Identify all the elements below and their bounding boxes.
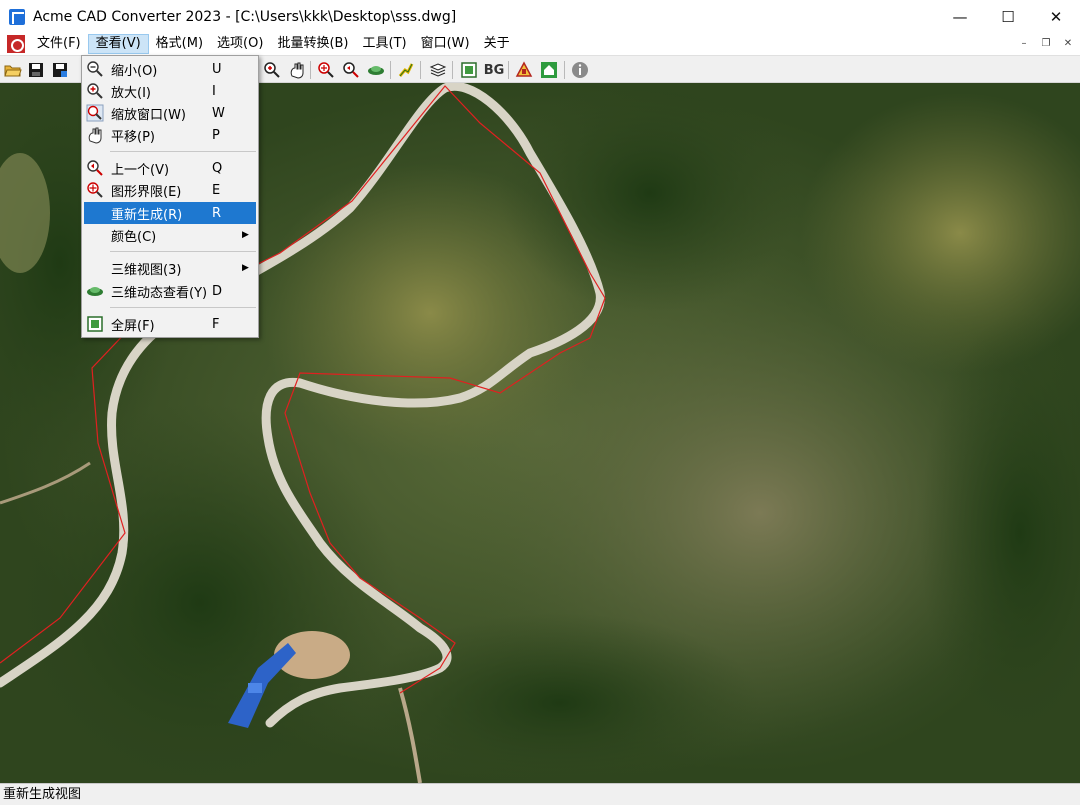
shortcut-key: I [212,83,216,99]
menu-item-label: 放大(I) [111,85,151,101]
menu-item-3d-orbit[interactable]: 三维动态查看(Y) D [84,280,256,302]
background-color-button[interactable]: BG [482,60,506,80]
menu-item-zoom-in[interactable]: 放大(I) I [84,80,256,102]
toolbar-separator [564,61,565,79]
shortcut-key: U [212,61,222,77]
shortcut-key: E [212,182,221,198]
save-as-icon[interactable] [50,60,70,80]
pan-icon [85,125,105,145]
mdi-controls: – ❐ ✕ [1016,36,1076,52]
window-controls: — ☐ ✕ [936,0,1080,33]
status-bar: 重新生成视图 [0,783,1080,805]
menu-view[interactable]: 查看(V) [87,34,149,54]
zoom-in-toolbar-icon[interactable] [262,60,282,80]
toolbar-separator [420,61,421,79]
menu-item-label: 图形界限(E) [111,184,182,200]
menu-item-fullscreen[interactable]: 全屏(F) F [84,313,256,335]
menu-item-zoom-window[interactable]: 缩放窗口(W) W [84,102,256,124]
zoom-previous-toolbar-icon[interactable] [341,60,361,80]
menu-item-regenerate[interactable]: 重新生成(R) R [84,202,256,224]
menu-item-label: 缩放窗口(W) [111,107,186,123]
3d-orbit-toolbar-icon[interactable] [366,60,386,80]
title-bar: Acme CAD Converter 2023 - [C:\Users\kkk\… [0,0,1080,33]
menu-item-label: 缩小(O) [111,63,158,79]
menu-window[interactable]: 窗口(W) [414,34,477,54]
menu-item-label: 三维视图(3) [111,262,182,278]
mdi-close-button[interactable]: ✕ [1060,36,1076,52]
menu-options[interactable]: 选项(O) [210,34,270,54]
run-icon[interactable] [396,60,416,80]
menu-separator [110,151,256,152]
pan-toolbar-icon[interactable] [287,60,307,80]
menu-item-3d-view[interactable]: 三维视图(3) ▶ [84,257,256,279]
shortcut-key: F [212,316,220,332]
shortcut-key: D [212,283,223,299]
menu-item-zoom-previous[interactable]: 上一个(V) Q [84,157,256,179]
zoom-out-icon [85,59,105,79]
menu-separator [110,251,256,252]
fullscreen-toolbar-icon[interactable] [459,60,479,80]
maximize-button[interactable]: ☐ [984,0,1032,33]
app-icon [9,8,25,25]
zoom-in-icon [85,81,105,101]
info-icon[interactable] [570,60,590,80]
view-menu-dropdown: 缩小(O) U 放大(I) I 缩放窗口(W) W 平移(P) P 上一个(V)… [81,55,259,338]
shortcut-key: W [212,105,225,121]
menu-bar: 文件(F) 查看(V) 格式(M) 选项(O) 批量转换(B) 工具(T) 窗口… [0,33,1080,55]
window-title: Acme CAD Converter 2023 - [C:\Users\kkk\… [33,8,457,25]
menu-format[interactable]: 格式(M) [149,34,210,54]
close-button[interactable]: ✕ [1032,0,1080,33]
menu-item-label: 三维动态查看(Y) [111,285,208,301]
menu-file[interactable]: 文件(F) [30,34,88,54]
menu-item-pan[interactable]: 平移(P) P [84,124,256,146]
3d-orbit-icon [85,281,105,301]
zoom-window-icon [85,103,105,123]
fullscreen-icon [85,314,105,334]
menu-about[interactable]: 关于 [477,34,517,54]
menu-item-zoom-out[interactable]: 缩小(O) U [84,58,256,80]
menu-batch-convert[interactable]: 批量转换(B) [270,34,355,54]
toolbar-separator [508,61,509,79]
menu-item-label: 全屏(F) [111,318,155,334]
zoom-previous-icon [85,158,105,178]
layers-icon[interactable] [428,60,448,80]
menu-item-label: 平移(P) [111,129,155,145]
toolbar-separator [390,61,391,79]
menu-separator [110,307,256,308]
minimize-button[interactable]: — [936,0,984,33]
menu-item-label: 重新生成(R) [111,207,183,223]
menu-item-label: 颜色(C) [111,229,157,245]
menu-item-zoom-extents[interactable]: 图形界限(E) E [84,179,256,201]
mdi-restore-button[interactable]: ❐ [1038,36,1054,52]
open-folder-icon[interactable] [3,60,23,80]
toolbar-separator [310,61,311,79]
status-text: 重新生成视图 [3,787,82,802]
home-icon[interactable] [539,60,559,80]
shortcut-key: Q [212,160,223,176]
toolbar-separator [452,61,453,79]
print-icon[interactable] [514,60,534,80]
menu-item-label: 上一个(V) [111,162,170,178]
document-icon[interactable] [7,35,25,53]
mdi-minimize-button[interactable]: – [1016,36,1032,52]
shortcut-key: R [212,205,222,221]
shortcut-key: P [212,127,220,143]
zoom-extents-toolbar-icon[interactable] [316,60,336,80]
menu-item-color[interactable]: 颜色(C) ▶ [84,224,256,246]
save-icon[interactable] [26,60,46,80]
submenu-arrow-icon: ▶ [242,263,249,273]
zoom-extents-icon [85,180,105,200]
menu-tools[interactable]: 工具(T) [356,34,414,54]
submenu-arrow-icon: ▶ [242,230,249,240]
